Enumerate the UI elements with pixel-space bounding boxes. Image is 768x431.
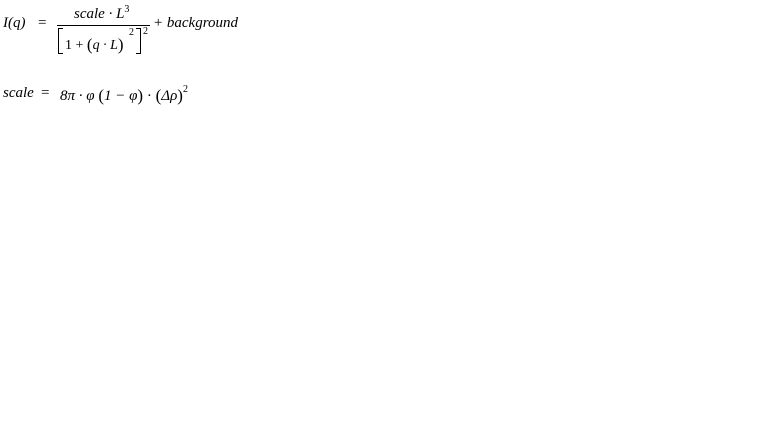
intensity-lhs: I(q): [3, 15, 26, 31]
outer-exponent: 2: [143, 26, 148, 37]
left-bracket: [58, 28, 63, 54]
denominator-content: 1 + (q · L): [65, 35, 124, 53]
inner-exponent: 2: [129, 27, 134, 38]
intensity-equation: I(q) = scale · L3 1 + (q · L) 2 2 + back…: [0, 0, 260, 60]
right-bracket: [136, 28, 141, 54]
background-term: + background: [153, 15, 238, 31]
denominator-inner: q · L: [92, 38, 118, 53]
open-paren: (: [86, 35, 93, 54]
rhs-exponent: 2: [182, 84, 188, 95]
scale-equation: scale = 8π · φ (1 − φ) · (Δρ)2: [0, 80, 200, 110]
equals-sign: =: [41, 85, 50, 101]
scale-lhs: scale: [3, 85, 34, 101]
rhs-delta-rho: Δρ: [161, 88, 178, 104]
rhs-prefix: 8π · φ: [60, 88, 99, 104]
equals-sign: =: [38, 15, 47, 31]
numerator-text: scale · L: [74, 6, 125, 22]
denominator-one-plus: 1 +: [65, 38, 84, 53]
fraction-bar: [57, 25, 150, 26]
numerator-exponent: 3: [124, 4, 130, 15]
close-paren-1: ): [137, 86, 144, 105]
close-paren: ): [117, 35, 124, 54]
open-paren-1: (: [98, 86, 104, 105]
fraction-numerator: scale · L3: [74, 4, 130, 22]
scale-rhs: 8π · φ (1 − φ) · (Δρ)2: [60, 84, 188, 105]
rhs-dot: ·: [143, 88, 156, 104]
rhs-mid: 1 − φ: [104, 88, 138, 104]
open-paren-2: (: [155, 86, 162, 105]
